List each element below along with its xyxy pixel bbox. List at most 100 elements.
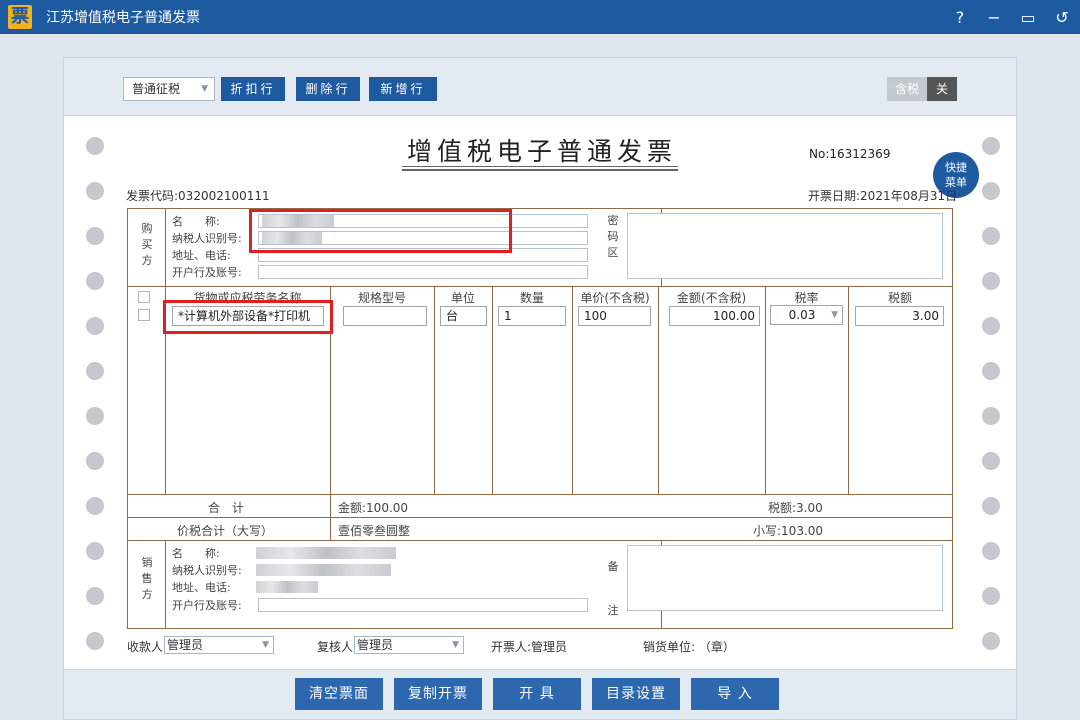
chevron-down-icon: ▼ bbox=[262, 640, 269, 650]
grid-line bbox=[165, 540, 166, 628]
toolbar: 普通征税 ▼ 折扣行 删除行 新增行 含税 关 bbox=[64, 58, 1016, 116]
redacted-text bbox=[256, 564, 391, 576]
import-button[interactable]: 导 入 bbox=[691, 678, 779, 710]
punch-hole bbox=[982, 407, 1000, 425]
cipher-area bbox=[627, 213, 943, 279]
payee-select[interactable]: 管理员 ▼ bbox=[164, 636, 274, 654]
grid-line bbox=[128, 494, 952, 495]
help-icon[interactable]: ? bbox=[952, 8, 968, 27]
drawer-text: 开票人:管理员 bbox=[491, 640, 568, 654]
invoice-number: No:16312369 bbox=[809, 147, 890, 161]
reviewer-select[interactable]: 管理员 ▼ bbox=[354, 636, 464, 654]
grid-line bbox=[128, 517, 952, 518]
item-rate-select[interactable]: 0.03 ▼ bbox=[770, 305, 843, 325]
chevron-down-icon: ▼ bbox=[452, 640, 459, 650]
col-header-spec: 规格型号 bbox=[357, 291, 406, 305]
row-checkbox[interactable] bbox=[138, 309, 150, 321]
copy-invoice-button[interactable]: 复制开票 bbox=[394, 678, 482, 710]
col-header-tax: 税额 bbox=[887, 291, 912, 305]
item-price-input[interactable]: 100 bbox=[578, 306, 651, 326]
grid-line bbox=[765, 286, 766, 494]
invoice-code: 发票代码:032002100111 bbox=[126, 187, 270, 204]
buyer-name-label: 名 称: bbox=[172, 215, 220, 228]
issue-invoice-button[interactable]: 开 具 bbox=[493, 678, 581, 710]
punch-hole bbox=[982, 137, 1000, 155]
seller-bank-input[interactable] bbox=[258, 598, 588, 612]
discount-row-button[interactable]: 折扣行 bbox=[221, 77, 285, 101]
item-spec-input[interactable] bbox=[343, 306, 427, 326]
punch-hole bbox=[982, 452, 1000, 470]
item-tax-input[interactable]: 3.00 bbox=[855, 306, 944, 326]
invoice-date: 开票日期:2021年08月31日 bbox=[808, 187, 957, 204]
grid-line bbox=[492, 286, 493, 494]
invoice-app-icon: 票 bbox=[8, 5, 32, 29]
col-header-amount: 金额(不含税) bbox=[676, 291, 747, 305]
total-amount: 金额:100.00 bbox=[338, 501, 409, 515]
grid-line bbox=[848, 286, 849, 494]
add-row-button[interactable]: 新增行 bbox=[369, 77, 437, 101]
punch-hole bbox=[86, 632, 104, 650]
redacted-text bbox=[256, 581, 318, 593]
punch-hole bbox=[86, 182, 104, 200]
select-all-checkbox[interactable] bbox=[138, 291, 150, 303]
punch-hole bbox=[86, 497, 104, 515]
col-header-price: 单价(不含税) bbox=[580, 291, 650, 305]
highlight-box bbox=[249, 209, 512, 253]
item-unit-input[interactable]: 台 bbox=[440, 306, 487, 326]
invoice-code-label: 发票代码: bbox=[126, 189, 179, 203]
punch-hole bbox=[982, 272, 1000, 290]
catalog-settings-button[interactable]: 目录设置 bbox=[592, 678, 680, 710]
punch-hole bbox=[86, 587, 104, 605]
reviewer-value: 管理员 bbox=[357, 638, 394, 652]
delete-row-button[interactable]: 删除行 bbox=[296, 77, 360, 101]
buyer-side-label: 购买方 bbox=[141, 222, 153, 267]
clear-invoice-button[interactable]: 清空票面 bbox=[295, 678, 383, 710]
buyer-bank-input[interactable] bbox=[258, 265, 588, 279]
grid-line bbox=[128, 286, 952, 287]
title-underline bbox=[402, 166, 678, 171]
punch-hole bbox=[982, 497, 1000, 515]
window-controls: ? − ▭ ↺ bbox=[952, 0, 1070, 34]
col-header-unit: 单位 bbox=[450, 291, 475, 305]
payee-label: 收款人: bbox=[127, 640, 168, 654]
tax-included-label: 含税 bbox=[887, 77, 927, 101]
restore-icon[interactable]: ▭ bbox=[1020, 8, 1036, 27]
remark-input[interactable] bbox=[627, 545, 943, 611]
tax-type-value: 普通征税 bbox=[132, 82, 181, 96]
item-qty-input[interactable]: 1 bbox=[498, 306, 566, 326]
punch-hole bbox=[86, 362, 104, 380]
seller-bank-label: 开户行及账号: bbox=[172, 599, 242, 612]
highlight-box bbox=[163, 300, 333, 334]
grid-line bbox=[658, 286, 659, 494]
remark-label: 备注 bbox=[607, 560, 619, 617]
total-tax: 税额:3.00 bbox=[768, 501, 823, 515]
grand-total-label: 价税合计（大写） bbox=[177, 524, 274, 538]
chevron-down-icon: ▼ bbox=[831, 310, 838, 320]
grand-total-lower: 小写:103.00 bbox=[753, 524, 824, 538]
tax-included-toggle[interactable]: 含税 关 bbox=[887, 77, 957, 101]
seller-unit-text: 销货单位: （章） bbox=[643, 640, 735, 654]
grid-line bbox=[128, 540, 952, 541]
grid-line bbox=[434, 286, 435, 494]
punch-hole bbox=[982, 227, 1000, 245]
grid-line bbox=[165, 209, 166, 286]
minimize-icon[interactable]: − bbox=[986, 8, 1002, 27]
col-header-rate: 税率 bbox=[794, 291, 819, 305]
tax-type-select[interactable]: 普通征税 ▼ bbox=[123, 77, 215, 101]
invoice-title: 增值税电子普通发票 bbox=[406, 137, 677, 166]
buyer-bank-label: 开户行及账号: bbox=[172, 266, 242, 279]
item-amount-input[interactable]: 100.00 bbox=[669, 306, 760, 326]
reviewer-label: 复核人: bbox=[317, 640, 358, 654]
footer-bar: 清空票面 复制开票 开 具 目录设置 导 入 bbox=[64, 669, 1016, 719]
punch-hole bbox=[982, 632, 1000, 650]
grid-line bbox=[572, 286, 573, 494]
back-icon[interactable]: ↺ bbox=[1054, 8, 1070, 27]
punch-hole bbox=[86, 272, 104, 290]
buyer-address-label: 地址、电话: bbox=[172, 249, 231, 262]
grand-total-upper: 壹佰零叁圆整 bbox=[338, 524, 411, 538]
col-header-qty: 数量 bbox=[519, 291, 544, 305]
punch-hole bbox=[982, 362, 1000, 380]
punch-hole bbox=[982, 182, 1000, 200]
quick-menu-label: 快捷菜单 bbox=[945, 161, 967, 189]
punch-hole bbox=[982, 317, 1000, 335]
